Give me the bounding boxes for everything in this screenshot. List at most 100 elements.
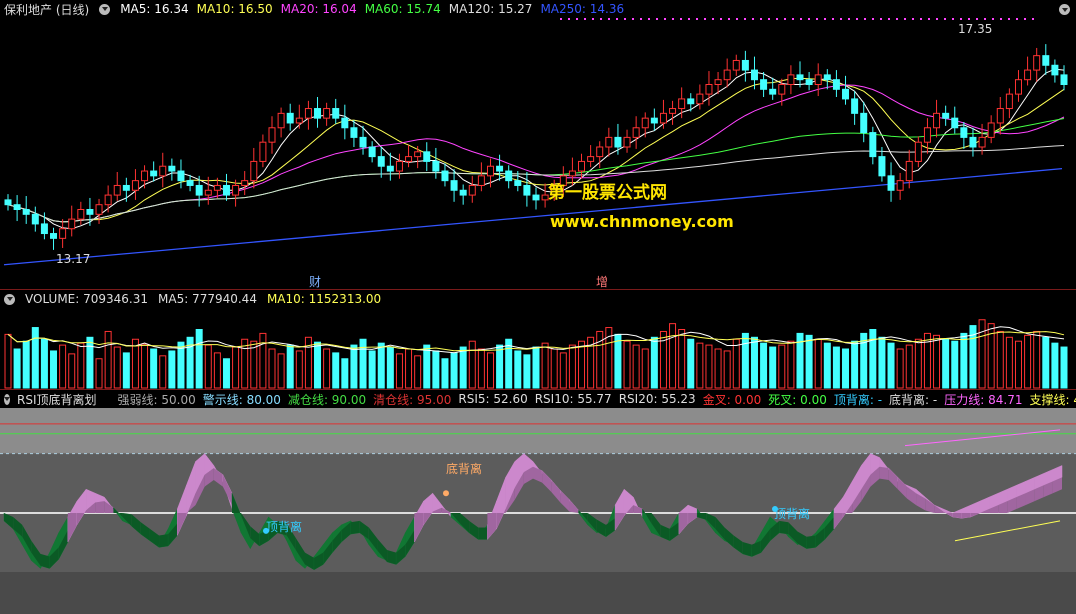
candle-body: [587, 156, 595, 162]
volume-bar: [332, 352, 340, 389]
volume-bar: [760, 342, 768, 389]
volume-bar: [350, 344, 358, 389]
volume-bar: [723, 350, 731, 389]
volume-bar: [150, 348, 158, 389]
candle-body: [869, 132, 877, 158]
ma120-line: [7, 145, 1065, 223]
candle-body: [942, 112, 950, 119]
candle-body: [659, 112, 667, 124]
volume-bar: [204, 344, 212, 389]
candle-body: [95, 204, 103, 215]
candle-body: [842, 88, 850, 100]
volume-bar: [441, 358, 449, 389]
volume-bar: [168, 350, 176, 389]
volume-bar: [550, 348, 558, 389]
rsi-ribbon-inner: [95, 501, 105, 513]
bottom-divergence-marker: [443, 490, 449, 497]
rsi-pane: RSI顶底背离划 强弱线: 50.00 警示线: 80.00 减仓线: 90.0…: [0, 390, 1076, 614]
candle-body: [496, 165, 504, 172]
volume-bar: [213, 352, 221, 389]
candle-body: [860, 112, 868, 134]
candle-body: [186, 180, 194, 186]
candle-body: [477, 175, 485, 186]
volume-bar: [131, 338, 139, 389]
candle-body: [40, 223, 48, 235]
volume-bar: [50, 350, 58, 389]
top-divergence-label-2: 顶背离: [774, 507, 811, 521]
volume-bar: [514, 350, 522, 389]
candle-body: [650, 117, 658, 124]
volume-bar: [295, 350, 303, 389]
candle-body: [1024, 69, 1032, 81]
candle-body: [359, 136, 367, 148]
candle-body: [222, 184, 230, 196]
volume-bar: [678, 329, 686, 389]
candle-body: [250, 160, 258, 182]
candle-body: [468, 184, 476, 196]
volume-bar: [951, 340, 959, 389]
volume-bar: [523, 354, 531, 389]
volume-bar: [113, 346, 121, 389]
volume-bar: [960, 332, 968, 389]
volume-bar: [1033, 330, 1041, 389]
candle-body: [386, 165, 394, 172]
candle-body: [896, 180, 904, 191]
candle-body: [450, 180, 458, 191]
candle-body: [141, 170, 149, 182]
candle-body: [696, 93, 704, 105]
candle-body: [905, 160, 913, 182]
candle-body: [414, 151, 422, 158]
rsi-ribbon-inner: [779, 520, 789, 535]
candle-body: [259, 141, 267, 162]
bottom-divergence-label: 底背离: [446, 462, 483, 476]
candle-body: [405, 156, 413, 162]
candle-body: [741, 59, 749, 71]
volume-bar: [914, 338, 922, 389]
candle-body: [1005, 93, 1013, 110]
candle-body: [459, 189, 467, 196]
candle-body: [969, 136, 977, 148]
volume-bar: [687, 338, 695, 389]
candle-body: [1060, 74, 1068, 85]
event-marker-cai[interactable]: 财: [309, 273, 321, 290]
candle-body: [978, 136, 986, 148]
volume-bar: [414, 355, 422, 389]
volume-bar: [395, 353, 403, 389]
candle-body: [4, 199, 12, 206]
volume-pane: VOLUME: 709346.31 MA5: 777940.44 MA10: 1…: [0, 290, 1076, 389]
volume-bar: [705, 344, 713, 389]
volume-bar: [86, 336, 94, 389]
candle-body: [1042, 55, 1050, 66]
volume-bar: [714, 348, 722, 389]
candle-body: [159, 165, 167, 177]
candle-body: [578, 160, 586, 172]
candle-body: [304, 108, 312, 119]
volume-bar: [996, 330, 1004, 389]
candle-body: [760, 79, 768, 90]
volume-bar: [1060, 346, 1068, 389]
volume-bar: [405, 348, 413, 389]
volume-bar: [468, 340, 476, 389]
volume-bar: [769, 346, 777, 389]
rsi-ribbon-inner: [159, 534, 169, 548]
volume-bar: [541, 342, 549, 389]
candle-body: [951, 117, 959, 129]
volume-bar: [869, 329, 877, 389]
volume-bar: [77, 342, 85, 389]
volume-bar: [623, 340, 631, 389]
volume-chart: [4, 319, 1068, 389]
volume-bar: [323, 348, 331, 389]
event-marker-zeng[interactable]: 增: [596, 273, 608, 290]
candle-body: [104, 194, 112, 206]
volume-bar: [259, 332, 267, 389]
volume-bar: [1005, 336, 1013, 389]
price-chart: [3, 18, 1068, 266]
candle-body: [150, 170, 158, 177]
volume-bar: [423, 344, 431, 389]
volume-bar: [896, 348, 904, 389]
volume-bar: [486, 352, 494, 389]
volume-bar: [95, 358, 103, 389]
volume-bar: [1014, 340, 1022, 389]
candle-body: [678, 98, 686, 110]
volume-bar: [505, 338, 513, 389]
